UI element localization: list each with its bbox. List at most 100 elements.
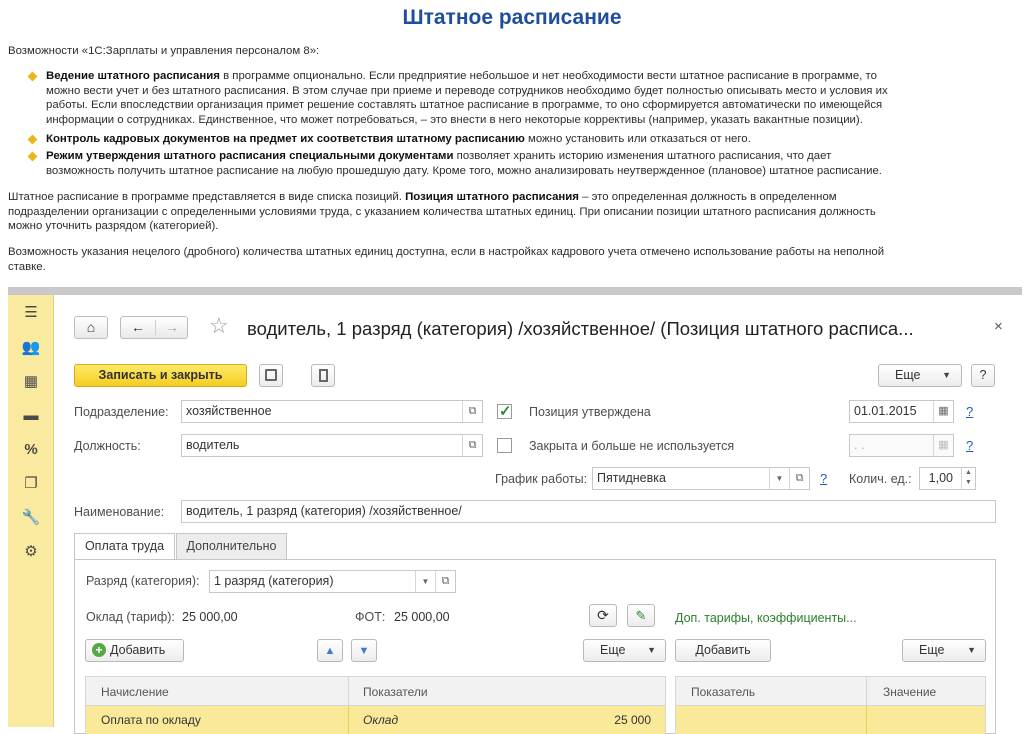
approved-help-icon[interactable]: ? bbox=[966, 404, 973, 419]
bullet-marker bbox=[27, 151, 38, 162]
move-down-button[interactable]: ▼ bbox=[351, 639, 377, 662]
back-button[interactable]: ← bbox=[121, 317, 155, 338]
chevron-down-icon: ▼ bbox=[967, 645, 976, 655]
chevron-down-icon[interactable]: ▼ bbox=[769, 468, 789, 489]
wrench-icon[interactable]: 🔧 bbox=[8, 505, 54, 531]
edit-button[interactable]: ✎ bbox=[627, 604, 655, 627]
salary-value: 25 000,00 bbox=[182, 610, 238, 624]
col-indicator[interactable]: Показатель bbox=[682, 677, 755, 705]
calendar-icon[interactable]: ▦ bbox=[933, 401, 953, 422]
arrow-down-icon: ▼ bbox=[358, 645, 370, 657]
extra-tariffs-link[interactable]: Доп. тарифы, коэффициенты... bbox=[675, 611, 857, 625]
forward-arrow-icon: → bbox=[165, 319, 179, 335]
division-field[interactable]: хозяйственное ⧉ bbox=[181, 400, 483, 423]
open-division-icon[interactable]: ⧉ bbox=[462, 401, 482, 422]
position-field[interactable]: водитель ⧉ bbox=[181, 434, 483, 457]
more-indicator-button[interactable]: Еще ▼ bbox=[902, 639, 986, 662]
fot-value: 25 000,00 bbox=[394, 610, 450, 624]
units-value: 1,00 bbox=[928, 471, 953, 485]
more-accrual-button[interactable]: Еще ▼ bbox=[583, 639, 666, 662]
tab-payment[interactable]: Оплата труда bbox=[74, 533, 175, 560]
bullet-marker bbox=[27, 134, 38, 145]
schedule-value: Пятидневка bbox=[597, 471, 666, 485]
division-label: Подразделение: bbox=[74, 405, 169, 419]
form-window: ⌂ ← → ☆ водитель, 1 разряд (категория) /… bbox=[54, 295, 1022, 734]
refresh-icon: ⟳ bbox=[597, 607, 609, 623]
col-value[interactable]: Значение bbox=[874, 677, 936, 705]
window-top-border bbox=[8, 287, 1022, 295]
schedule-label: График работы: bbox=[495, 472, 588, 486]
more-button[interactable]: Еще ▼ bbox=[878, 364, 962, 387]
open-position-icon[interactable]: ⧉ bbox=[462, 435, 482, 456]
indicators-grid-header: Показатель Значение bbox=[675, 676, 986, 706]
history-nav: ← → bbox=[120, 316, 188, 339]
open-schedule-icon[interactable]: ⧉ bbox=[789, 468, 809, 489]
closed-date-field[interactable]: . . ▦ bbox=[849, 434, 954, 457]
sidebar: ☰ 👥 ▦ ▬ % ❐ 🔧 ⚙ bbox=[8, 295, 54, 727]
name-label: Наименование: bbox=[74, 505, 165, 519]
report-button[interactable] bbox=[311, 364, 335, 387]
indicator-cell: Оклад bbox=[363, 713, 399, 727]
bullet-1-bold: Ведение штатного расписания bbox=[46, 70, 220, 82]
refresh-button[interactable]: ⟳ bbox=[589, 604, 617, 627]
grade-value: 1 разряд (категория) bbox=[214, 574, 334, 588]
percent-icon[interactable]: % bbox=[8, 437, 54, 463]
closed-checkbox[interactable] bbox=[497, 438, 512, 453]
calendar-icon-disabled[interactable]: ▦ bbox=[933, 435, 953, 456]
position-value: водитель bbox=[186, 438, 240, 452]
bullet-3: Режим утверждения штатного расписания сп… bbox=[46, 149, 1016, 178]
chevron-down-icon: ▼ bbox=[942, 370, 951, 380]
favorite-star-icon[interactable]: ☆ bbox=[209, 315, 229, 337]
closed-help-icon[interactable]: ? bbox=[966, 438, 973, 453]
article-title: Штатное расписание bbox=[402, 6, 622, 29]
accruals-grid-header: Начисление Показатели bbox=[85, 676, 666, 706]
open-grade-icon[interactable]: ⧉ bbox=[435, 571, 455, 592]
grade-field[interactable]: 1 разряд (категория) ▼ ⧉ bbox=[209, 570, 456, 593]
col-accrual[interactable]: Начисление bbox=[92, 677, 169, 705]
stepper-icon[interactable]: ▲ ▼ bbox=[961, 468, 975, 489]
schedule-field[interactable]: Пятидневка ▼ ⧉ bbox=[592, 467, 810, 490]
chevron-down-icon[interactable]: ▼ bbox=[415, 571, 435, 592]
documents-icon[interactable]: ❐ bbox=[8, 471, 54, 497]
add-accrual-button[interactable]: + Добавить bbox=[85, 639, 184, 662]
card-icon[interactable]: ▬ bbox=[8, 403, 54, 429]
bullet-2-bold: Контроль кадровых документов на предмет … bbox=[46, 133, 525, 145]
article-paragraph-3: Возможность указания нецелого (дробного)… bbox=[8, 245, 1018, 274]
name-field[interactable]: водитель, 1 разряд (категория) /хозяйств… bbox=[181, 500, 996, 523]
article-paragraph-2: Штатное расписание в программе представл… bbox=[8, 190, 1018, 234]
position-label: Должность: bbox=[74, 439, 141, 453]
help-button[interactable]: ? bbox=[971, 364, 995, 387]
schedule-help-icon[interactable]: ? bbox=[820, 471, 827, 486]
back-arrow-icon: ← bbox=[131, 319, 145, 335]
amount-cell: 25 000 bbox=[614, 713, 651, 727]
para2-line-1a: Штатное расписание в программе представл… bbox=[8, 191, 406, 203]
calculator-icon[interactable]: ▦ bbox=[8, 369, 54, 395]
col-indicators[interactable]: Показатели bbox=[354, 677, 428, 705]
bullet-1-line-2: можно вести учет и без штатного расписан… bbox=[46, 84, 888, 97]
table-row[interactable]: Оплата по окладу Оклад 25 000 bbox=[85, 706, 666, 734]
home-button[interactable]: ⌂ bbox=[74, 316, 108, 339]
plus-icon: + bbox=[92, 643, 106, 657]
gear-icon[interactable]: ⚙ bbox=[8, 539, 54, 565]
save-close-button[interactable]: Записать и закрыть bbox=[74, 364, 247, 387]
move-up-button[interactable]: ▲ bbox=[317, 639, 343, 662]
save-button[interactable] bbox=[259, 364, 283, 387]
more-button-label: Еще bbox=[895, 368, 921, 382]
add-indicator-button[interactable]: Добавить bbox=[675, 639, 771, 662]
tab-additional[interactable]: Дополнительно bbox=[176, 533, 287, 559]
close-icon[interactable]: × bbox=[994, 318, 1003, 335]
forward-button[interactable]: → bbox=[156, 317, 188, 338]
units-field[interactable]: 1,00 ▲ ▼ bbox=[919, 467, 976, 490]
approved-date-field[interactable]: 01.01.2015 ▦ bbox=[849, 400, 954, 423]
users-icon[interactable]: 👥 bbox=[8, 335, 54, 361]
bullet-2: Контроль кадровых документов на предмет … bbox=[46, 132, 1016, 147]
table-row[interactable] bbox=[675, 706, 986, 734]
division-value: хозяйственное bbox=[186, 404, 272, 418]
bullet-3-bold: Режим утверждения штатного расписания сп… bbox=[46, 150, 454, 162]
para2-line-2: подразделении организации с определенным… bbox=[8, 205, 876, 218]
bullet-3-line-2: возможность получить штатное расписание … bbox=[46, 164, 882, 177]
menu-icon[interactable]: ☰ bbox=[8, 300, 54, 326]
article-intro: Возможности «1С:Зарплаты и управления пе… bbox=[8, 45, 320, 57]
home-icon: ⌂ bbox=[86, 319, 96, 335]
approved-checkbox[interactable] bbox=[497, 402, 512, 420]
